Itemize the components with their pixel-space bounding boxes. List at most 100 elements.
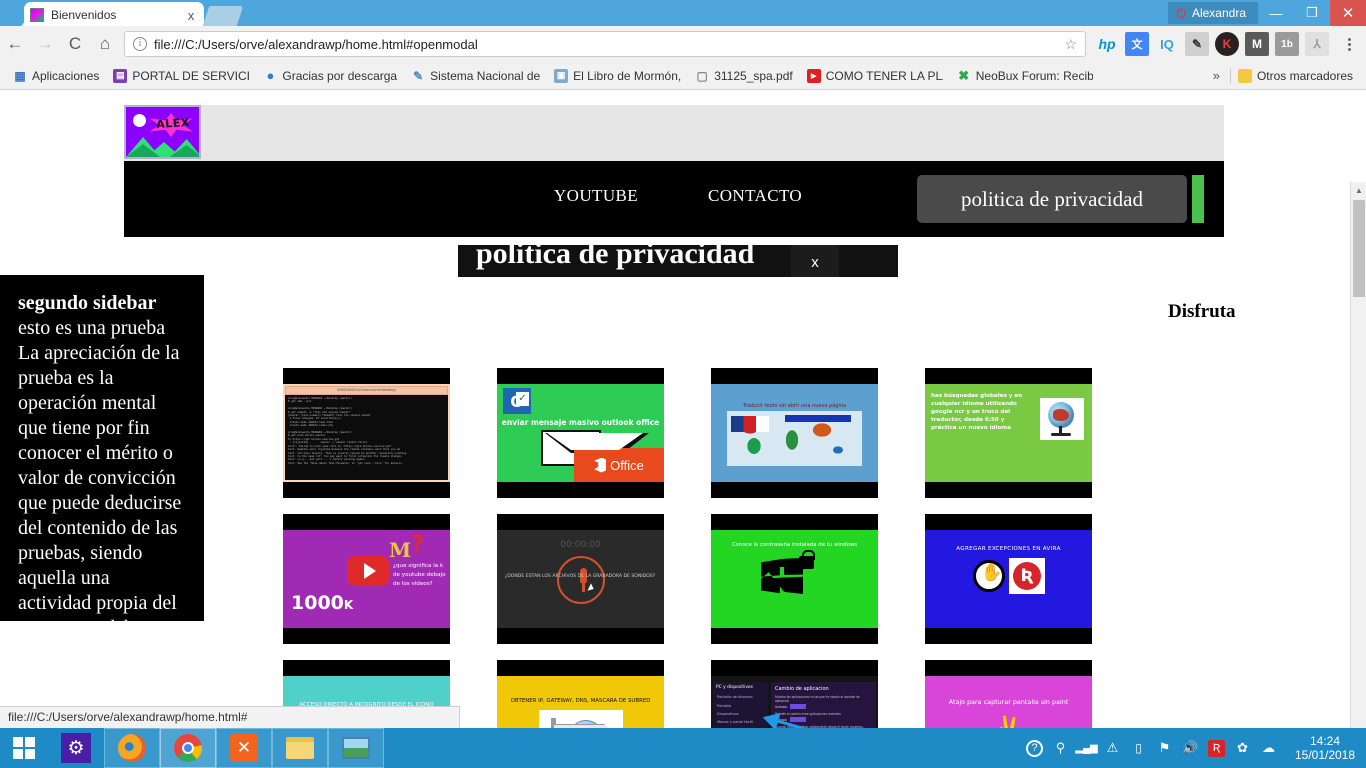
taskbar-file-explorer-icon[interactable] bbox=[272, 728, 328, 768]
taskbar-firefox-icon[interactable] bbox=[104, 728, 160, 768]
thumbnail-windows-password[interactable]: Conoce la contraseña instalada de tu win… bbox=[711, 514, 878, 644]
settings-row-label: Permitir el cambio entre aplicaciones re… bbox=[775, 712, 841, 716]
sidebar-body: esto es una prueba La apreciación de la … bbox=[18, 317, 182, 689]
flags-image bbox=[731, 416, 769, 432]
status-bubble: file:///C:/Users/orve/alexandrawp/home.h… bbox=[0, 706, 460, 728]
thumbnail-google-ncr-globe[interactable]: has búsquedas globales y en cualquier id… bbox=[925, 368, 1092, 498]
chrome-menu-icon[interactable] bbox=[1336, 37, 1362, 51]
network-warning-icon[interactable]: ⚠ bbox=[1104, 740, 1121, 757]
home-icon[interactable]: ⌂ bbox=[90, 29, 120, 59]
browser-tab[interactable]: Bienvenidos x bbox=[15, 2, 204, 28]
privacy-policy-button[interactable]: politica de privacidad bbox=[917, 175, 1187, 223]
modal-close-button[interactable]: x bbox=[791, 245, 839, 279]
microphone-icon bbox=[557, 556, 605, 604]
kaspersky-icon[interactable]: K bbox=[1215, 32, 1239, 56]
thumbnail-caption: Atajo para capturar pantalla sin paint bbox=[948, 698, 1069, 706]
bookmark-sistema-nacional[interactable]: ✎ Sistema Nacional de bbox=[404, 67, 547, 85]
power-icon: ⏻ bbox=[1176, 5, 1186, 20]
bookmark-libro-mormon[interactable]: ▣ El Libro de Mormón, bbox=[547, 67, 688, 85]
address-bar-url: file:///C:/Users/orve/alexandrawp/home.h… bbox=[154, 36, 478, 52]
start-button[interactable] bbox=[0, 728, 48, 768]
sidebar-heading: segundo sidebar bbox=[18, 292, 157, 314]
taskbar-xampp-icon[interactable]: ✕ bbox=[216, 728, 272, 768]
stop-hand-icon bbox=[973, 560, 1005, 592]
onetab-icon[interactable]: 1b bbox=[1275, 32, 1299, 56]
nav-link-youtube[interactable]: YOUTUBE bbox=[554, 186, 638, 206]
help-icon[interactable]: ? bbox=[1026, 739, 1043, 757]
bookmarks-overflow-icon[interactable]: » bbox=[1203, 68, 1230, 83]
bookmark-pdf[interactable]: ▢ 31125_spa.pdf bbox=[688, 67, 800, 85]
nav-link-contacto[interactable]: CONTACTO bbox=[708, 186, 802, 206]
taskbar-settings-icon[interactable]: ⚙ bbox=[48, 728, 104, 768]
scroll-up-icon[interactable]: ▲ bbox=[1351, 182, 1366, 198]
google-translate-icon[interactable]: 文 bbox=[1125, 32, 1149, 56]
clock-date: 15/01/2018 bbox=[1294, 748, 1356, 762]
reload-icon[interactable]: C bbox=[60, 29, 90, 59]
forward-icon[interactable]: → bbox=[30, 29, 60, 59]
new-tab-button[interactable] bbox=[202, 6, 244, 26]
thumbnail-print-screen-paint[interactable]: Atajo para capturar pantalla sin paint ✌ bbox=[925, 660, 1092, 728]
thumbnail-row: 1000K M ? ¿que significa la k de youtube… bbox=[283, 514, 1093, 644]
right-heading: Disfruta bbox=[1168, 301, 1236, 322]
thumbnail-translate-world-map[interactable]: Traducir texto sin abrir una nueva págin… bbox=[711, 368, 878, 498]
terminal-output: orve@alexandra MINGW64 ~/Desktop (master… bbox=[285, 395, 448, 480]
minimize-button[interactable]: — bbox=[1258, 0, 1294, 26]
bookmark-apps[interactable]: ▦ Aplicaciones bbox=[6, 67, 106, 85]
bookmark-youtube-video[interactable]: ▶ COMO TENER LA PLA bbox=[800, 67, 950, 85]
bookmark-label: Aplicaciones bbox=[32, 68, 100, 83]
bookmarks-bar: ▦ Aplicaciones ▤ PORTAL DE SERVICIO ● Gr… bbox=[0, 62, 1366, 90]
thumbnail-sound-recorder[interactable]: 00:00:00 ¿DONDE ESTAN LOS ARCHIVOS DE LA… bbox=[497, 514, 664, 644]
thumbnail-caption: ¿que significa la k de youtube debajo de… bbox=[393, 563, 446, 587]
maximize-button[interactable]: ❐ bbox=[1294, 0, 1330, 26]
nav-accent-bar bbox=[1192, 175, 1204, 223]
thumbnail-network-ip-info[interactable]: OBTENER IP, GATEWAY, DNS, MASCARA DE SUB… bbox=[497, 660, 664, 728]
thumbnail-outlook-mass-mail[interactable]: O✓ enviar mensaje masivo outlook office … bbox=[497, 368, 664, 498]
battery-icon[interactable]: ▯ bbox=[1130, 740, 1147, 757]
question-mark: ? bbox=[411, 532, 424, 557]
pencil-icon: ✎ bbox=[413, 68, 424, 83]
taskbar-chrome-icon[interactable] bbox=[160, 728, 216, 768]
settings-menu-item: Pantalla bbox=[717, 703, 732, 708]
video-thumbnail-grid: MINGW64:/c/Users/orve/desktop orve@alexa… bbox=[283, 368, 1093, 728]
scrollbar-thumb[interactable] bbox=[1353, 200, 1365, 297]
site-logo[interactable]: ALEX bbox=[124, 105, 201, 159]
thumbnail-avira-exceptions[interactable]: AGREGAR EXCEPCIONES EN AVIRA Ʀ bbox=[925, 514, 1092, 644]
hp-icon[interactable]: hp bbox=[1095, 32, 1119, 56]
signal-bars-icon[interactable]: ▂▄▆ bbox=[1075, 740, 1097, 757]
bookmark-portal[interactable]: ▤ PORTAL DE SERVICIO bbox=[106, 67, 256, 85]
modal-title: politica de privacidad bbox=[476, 237, 755, 270]
sync-error-icon[interactable]: ✿ bbox=[1234, 740, 1251, 757]
youtube-play-icon bbox=[347, 556, 389, 586]
taskbar-photos-icon[interactable] bbox=[328, 728, 384, 768]
thumbnail-git-terminal[interactable]: MINGW64:/c/Users/orve/desktop orve@alexa… bbox=[283, 368, 450, 498]
page-info-icon[interactable]: i bbox=[133, 37, 147, 51]
document-icon: ▢ bbox=[696, 68, 708, 83]
onedrive-icon[interactable]: ☁ bbox=[1260, 740, 1277, 757]
bookmark-neobux[interactable]: ✖ NeoBux Forum: Recib bbox=[950, 67, 1100, 85]
youtube-icon: ▶ bbox=[806, 68, 821, 83]
bookmark-star-icon[interactable]: ☆ bbox=[1064, 36, 1077, 53]
volume-icon[interactable]: 🔊 bbox=[1182, 740, 1199, 757]
avira-icon[interactable]: Ʀ bbox=[1208, 739, 1225, 757]
avira-logo-icon: Ʀ bbox=[1009, 558, 1045, 594]
flag-icon[interactable]: ⚑ bbox=[1156, 740, 1173, 757]
taskbar-clock[interactable]: 14:24 15/01/2018 bbox=[1286, 734, 1358, 762]
tab-close-icon[interactable]: x bbox=[184, 8, 198, 23]
thumbnail-youtube-1000k[interactable]: 1000K M ? ¿que significa la k de youtube… bbox=[283, 514, 450, 644]
iq-icon[interactable]: IQ bbox=[1155, 32, 1179, 56]
settings-menu-item: Pantalla de bloqueo bbox=[717, 695, 753, 700]
back-icon[interactable]: ← bbox=[0, 29, 30, 59]
page-scrollbar[interactable]: ▲ ▼ bbox=[1350, 182, 1366, 728]
pencil-icon[interactable]: ✎ bbox=[1185, 32, 1209, 56]
bluetooth-off-icon[interactable]: ⚲ bbox=[1052, 740, 1069, 757]
settings-section-title: Cambio de aplicacion bbox=[775, 686, 829, 692]
close-window-button[interactable]: ✕ bbox=[1330, 0, 1366, 26]
user-profile-chip[interactable]: ⏻ Alexandra bbox=[1168, 2, 1258, 24]
address-bar[interactable]: i file:///C:/Users/orve/alexandrawp/home… bbox=[124, 31, 1086, 57]
bookmark-gracias[interactable]: ● Gracias por descarga bbox=[256, 67, 404, 85]
mailto-icon[interactable]: M bbox=[1245, 32, 1269, 56]
adobe-acrobat-icon[interactable]: ⅄ bbox=[1305, 32, 1329, 56]
bookmark-other[interactable]: Otros marcadores bbox=[1231, 67, 1360, 85]
neobux-icon: ✖ bbox=[958, 67, 970, 83]
thumbnail-windows-app-settings[interactable]: PC y dispositivos Pantalla de bloqueo Pa… bbox=[711, 660, 878, 728]
